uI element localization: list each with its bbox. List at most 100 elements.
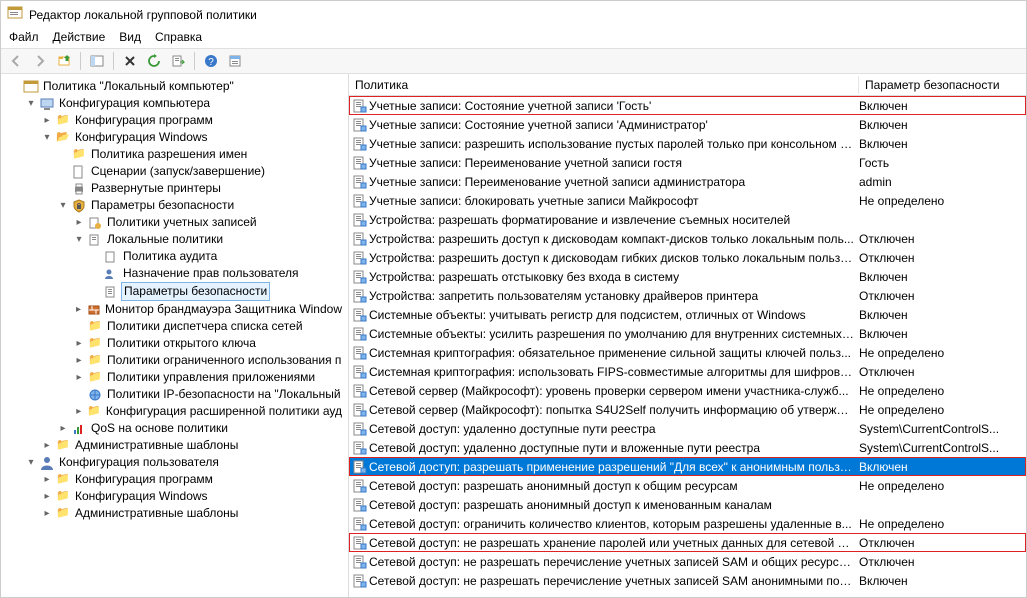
chevron-right-icon[interactable]: ▸ — [41, 437, 53, 454]
export-list-button[interactable] — [167, 51, 189, 71]
toolbar-separator — [80, 52, 81, 70]
list-body[interactable]: Учетные записи: Состояние учетной записи… — [349, 96, 1026, 597]
tree-name-res[interactable]: 📁Политика разрешения имен — [53, 146, 348, 163]
help-button[interactable]: ? — [200, 51, 222, 71]
policy-row[interactable]: Устройства: разрешить доступ к дисковода… — [349, 248, 1026, 267]
policy-row[interactable]: Сетевой доступ: разрешать анонимный дост… — [349, 476, 1026, 495]
tree-software-restrict[interactable]: ▸📁Политики ограниченного использования п — [69, 352, 348, 369]
tree-security-settings[interactable]: ▾Параметры безопасности — [53, 197, 348, 214]
tree-qos[interactable]: ▸ QoS на основе политики — [53, 420, 348, 437]
tree-soft-cfg-u[interactable]: ▸📁Конфигурация программ — [37, 471, 348, 488]
tree-pubkey[interactable]: ▸📁Политики открытого ключа — [69, 335, 348, 352]
tree-security-options[interactable]: Параметры безопасности — [85, 282, 348, 301]
tree-label: Локальные политики — [105, 231, 225, 248]
chevron-right-icon[interactable]: ▸ — [73, 301, 84, 318]
policy-row[interactable]: Сетевой доступ: удаленно доступные пути … — [349, 419, 1026, 438]
tree-firewall[interactable]: ▸Монитор брандмауэра Защитника Window — [69, 301, 348, 318]
chevron-right-icon[interactable]: ▸ — [73, 335, 85, 352]
chevron-right-icon[interactable]: ▸ — [41, 505, 53, 522]
chevron-down-icon[interactable]: ▾ — [57, 197, 69, 214]
folder-icon: 📁 — [55, 113, 71, 129]
policy-row[interactable]: Сетевой доступ: удаленно доступные пути … — [349, 438, 1026, 457]
tree-ipsec[interactable]: Политики IP-безопасности на "Локальный — [69, 386, 348, 403]
policy-value: Отключен — [859, 365, 1026, 379]
chevron-right-icon[interactable]: ▸ — [41, 112, 53, 129]
forward-button[interactable] — [29, 51, 51, 71]
policy-row[interactable]: Учетные записи: Состояние учетной записи… — [349, 115, 1026, 134]
properties-button[interactable] — [224, 51, 246, 71]
tree-scripts[interactable]: Сценарии (запуск/завершение) — [53, 163, 348, 180]
policy-row[interactable]: Системные объекты: учитывать регистр для… — [349, 305, 1026, 324]
policy-row[interactable]: Устройства: разрешать форматирование и и… — [349, 210, 1026, 229]
col-header-policy[interactable]: Политика — [349, 76, 859, 94]
policy-row[interactable]: Сетевой доступ: не разрешать хранение па… — [349, 533, 1026, 552]
policy-row[interactable]: Устройства: разрешить доступ к дисковода… — [349, 229, 1026, 248]
policy-row[interactable]: Сетевой сервер (Майкрософт): уровень про… — [349, 381, 1026, 400]
menu-action[interactable]: Действие — [53, 30, 106, 44]
delete-button[interactable] — [119, 51, 141, 71]
col-header-value[interactable]: Параметр безопасности — [859, 76, 1026, 94]
tree-printers[interactable]: Развернутые принтеры — [53, 180, 348, 197]
tree-soft-cfg[interactable]: ▸📁Конфигурация программ — [37, 112, 348, 129]
tree-computer-cfg[interactable]: ▾ Конфигурация компьютера — [21, 95, 348, 112]
menu-file[interactable]: Файл — [9, 30, 39, 44]
back-button[interactable] — [5, 51, 27, 71]
chevron-right-icon[interactable]: ▸ — [41, 488, 53, 505]
tree-app-control[interactable]: ▸📁Политики управления приложениями — [69, 369, 348, 386]
menu-help[interactable]: Справка — [155, 30, 202, 44]
policy-row[interactable]: Системная криптография: обязательное при… — [349, 343, 1026, 362]
tree-audit[interactable]: Политика аудита — [85, 248, 348, 265]
tree-pane[interactable]: Политика "Локальный компьютер" ▾ Конфигу… — [1, 74, 349, 597]
policy-row[interactable]: Сетевой сервер (Майкрософт): попытка S4U… — [349, 400, 1026, 419]
tree-win-cfg-u[interactable]: ▸📁Конфигурация Windows — [37, 488, 348, 505]
tree-nlm[interactable]: 📁Политики диспетчера списка сетей — [69, 318, 348, 335]
policy-row[interactable]: Учетные записи: Состояние учетной записи… — [349, 96, 1026, 115]
policy-row[interactable]: Системная криптография: использовать FIP… — [349, 362, 1026, 381]
chevron-right-icon[interactable]: ▸ — [73, 403, 85, 420]
tree-user-cfg[interactable]: ▾Конфигурация пользователя — [21, 454, 348, 471]
qos-icon — [71, 421, 87, 437]
chevron-right-icon[interactable]: ▸ — [73, 369, 85, 386]
chevron-down-icon[interactable]: ▾ — [25, 454, 37, 471]
tree-admin-templates-c[interactable]: ▸📁Административные шаблоны — [37, 437, 348, 454]
policy-value: Включен — [859, 308, 1026, 322]
policy-row[interactable]: Сетевой доступ: разрешать применение раз… — [349, 457, 1026, 476]
tree-adv-audit[interactable]: ▸📁Конфигурация расширенной политики ауд — [69, 403, 348, 420]
policy-label: Сетевой доступ: разрешать анонимный дост… — [369, 479, 859, 493]
policy-row[interactable]: Устройства: запретить пользователям уста… — [349, 286, 1026, 305]
show-hide-tree-button[interactable] — [86, 51, 108, 71]
policy-label: Системная криптография: использовать FIP… — [369, 365, 859, 379]
chevron-right-icon[interactable]: ▸ — [73, 352, 85, 369]
up-button[interactable] — [53, 51, 75, 71]
policy-row[interactable]: Сетевой доступ: не разрешать перечислени… — [349, 552, 1026, 571]
tree-local-policies[interactable]: ▾ Локальные политики — [69, 231, 348, 248]
chevron-right-icon[interactable]: ▸ — [57, 420, 69, 437]
policy-row[interactable]: Сетевой доступ: разрешать анонимный дост… — [349, 495, 1026, 514]
tree-label: QoS на основе политики — [89, 420, 230, 437]
policy-row[interactable]: Сетевой доступ: ограничить количество кл… — [349, 514, 1026, 533]
tree-label: Административные шаблоны — [73, 505, 240, 522]
policy-row[interactable]: Системные объекты: усилить разрешения по… — [349, 324, 1026, 343]
tree-account-policies[interactable]: ▸Политики учетных записей — [69, 214, 348, 231]
chevron-down-icon[interactable]: ▾ — [73, 231, 85, 248]
tree-user-rights[interactable]: Назначение прав пользователя — [85, 265, 348, 282]
chevron-down-icon[interactable]: ▾ — [41, 129, 53, 146]
chevron-down-icon[interactable]: ▾ — [25, 95, 37, 112]
chevron-right-icon[interactable]: ▸ — [73, 214, 85, 231]
refresh-button[interactable] — [143, 51, 165, 71]
policy-label: Устройства: разрешать форматирование и и… — [369, 213, 859, 227]
tree-label: Конфигурация компьютера — [57, 95, 212, 112]
tree-label: Политика разрешения имен — [89, 146, 249, 163]
policy-row[interactable]: Сетевой доступ: не разрешать перечислени… — [349, 571, 1026, 590]
tree-admin-templates-u[interactable]: ▸📁Административные шаблоны — [37, 505, 348, 522]
policy-item-icon — [351, 269, 369, 285]
policy-row[interactable]: Учетные записи: Переименование учетной з… — [349, 153, 1026, 172]
tree-root[interactable]: Политика "Локальный компьютер" — [5, 78, 348, 95]
policy-row[interactable]: Учетные записи: блокировать учетные запи… — [349, 191, 1026, 210]
policy-row[interactable]: Учетные записи: разрешить использование … — [349, 134, 1026, 153]
policy-row[interactable]: Учетные записи: Переименование учетной з… — [349, 172, 1026, 191]
policy-row[interactable]: Устройства: разрешать отстыковку без вхо… — [349, 267, 1026, 286]
tree-win-cfg[interactable]: ▾📂Конфигурация Windows — [37, 129, 348, 146]
chevron-right-icon[interactable]: ▸ — [41, 471, 53, 488]
menu-view[interactable]: Вид — [119, 30, 141, 44]
